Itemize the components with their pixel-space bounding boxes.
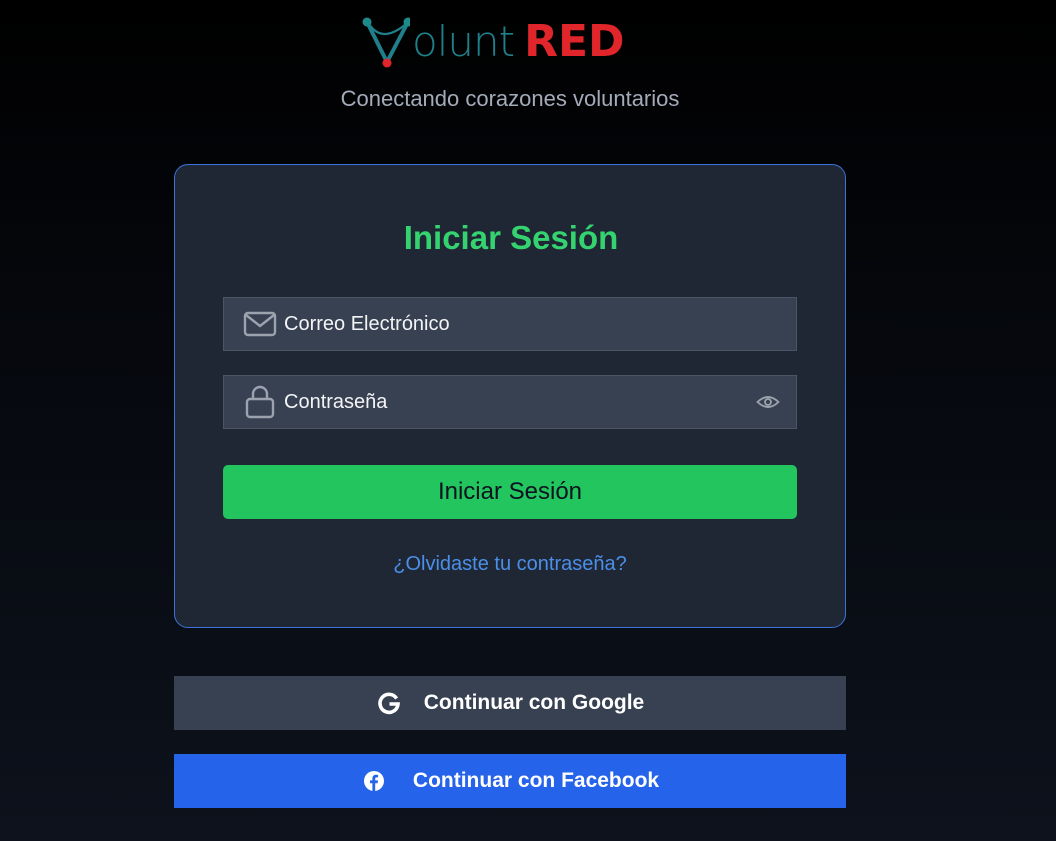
login-title: Iniciar Sesión	[403, 219, 619, 256]
facebook-login-button[interactable]: Continuar con Facebook	[174, 754, 846, 808]
google-login-button[interactable]: Continuar con Google	[174, 676, 846, 730]
eye-icon[interactable]	[754, 390, 782, 414]
tagline: Conectando corazones voluntarios	[340, 86, 680, 111]
logo-text-red: RED	[524, 16, 625, 67]
password-input[interactable]	[284, 376, 754, 428]
lock-icon	[242, 385, 278, 419]
mail-icon	[242, 308, 278, 340]
google-icon	[376, 690, 402, 716]
email-input[interactable]	[284, 298, 796, 350]
login-button[interactable]: Iniciar Sesión	[223, 465, 797, 519]
logo-text-volunt: olunt	[412, 17, 515, 66]
email-field-wrapper	[223, 297, 797, 351]
logo-mark-icon	[362, 17, 410, 68]
google-button-label: Continuar con Google	[423, 691, 645, 714]
brand-logo: olunt RED	[360, 14, 660, 70]
login-card: Iniciar Sesión Iniciar Sesión ¿Olvidaste…	[174, 164, 846, 628]
facebook-button-label: Continuar con Facebook	[412, 769, 660, 792]
password-field-wrapper	[223, 375, 797, 429]
forgot-password-link[interactable]: ¿Olvidaste tu contraseña?	[175, 553, 845, 576]
facebook-icon	[361, 768, 387, 794]
